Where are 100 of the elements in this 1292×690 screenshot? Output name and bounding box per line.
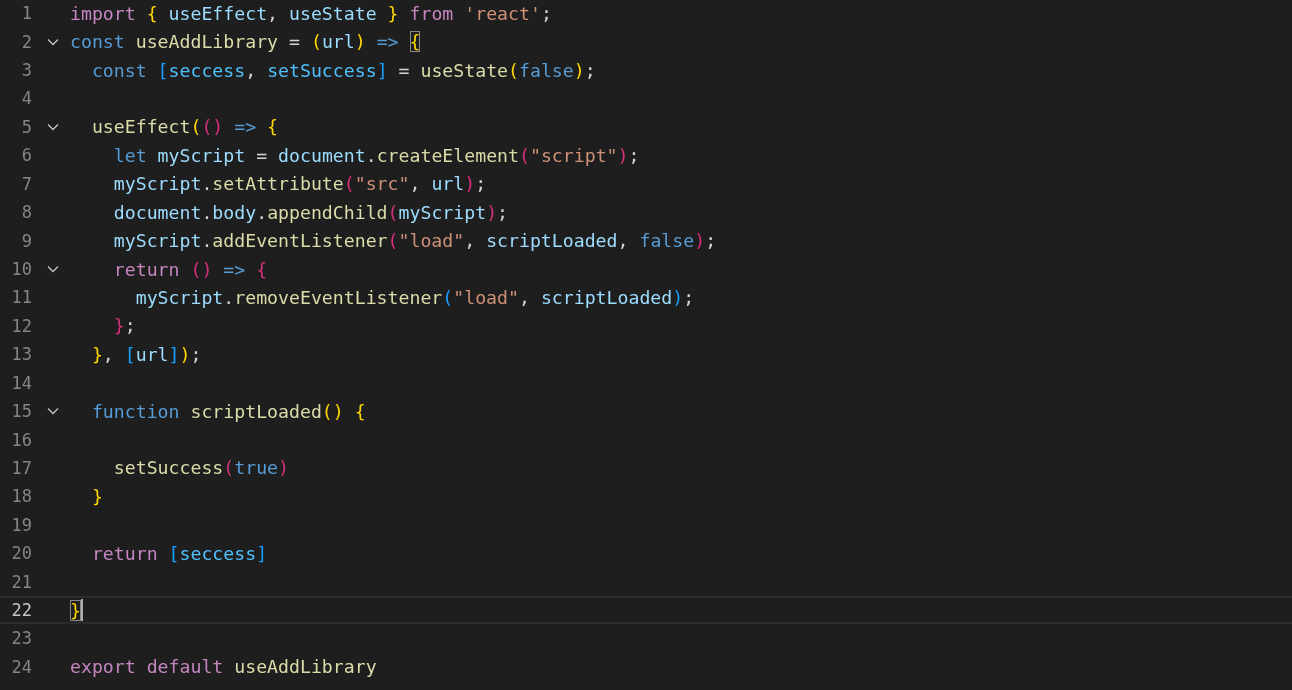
code-token: { (145, 2, 158, 24)
line-number: 21 (10, 571, 32, 592)
code-token: true (234, 457, 279, 479)
code-token: url (135, 343, 169, 365)
code-token: ; (628, 144, 640, 166)
line-number: 16 (10, 429, 32, 450)
text-cursor (80, 599, 83, 622)
code-token: setSuccess (112, 457, 224, 479)
code-token: ; (190, 343, 202, 365)
line-number: 19 (10, 514, 32, 535)
code-token: . (223, 286, 235, 308)
line-number: 8 (20, 202, 32, 223)
code-token: document (112, 201, 202, 223)
code-token: "src" (354, 173, 410, 195)
code-token: , (464, 230, 477, 252)
code-token: createElement (376, 144, 519, 166)
line-number: 4 (20, 88, 32, 109)
code-token: ) (179, 343, 191, 365)
line-number: 2 (20, 31, 32, 52)
code-token: ; (584, 59, 596, 81)
code-token: ) (486, 201, 498, 223)
code-token: from (408, 2, 454, 24)
code-token: removeEventListener (234, 286, 443, 308)
code-token: ( (387, 230, 399, 252)
code-token: ] (168, 343, 180, 365)
code-token: import (70, 2, 136, 24)
code-token: ) (694, 230, 706, 252)
code-token: , (409, 173, 422, 195)
code-token: { (255, 258, 268, 280)
chevron-down-icon[interactable] (46, 265, 59, 273)
code-token: ] (256, 542, 268, 564)
code-token: return (112, 258, 180, 280)
code-token: "load" (453, 286, 519, 308)
code-token: export (70, 656, 136, 678)
matched-bracket: } (70, 599, 81, 621)
code-token: ; (540, 2, 552, 24)
code-token: } (112, 315, 125, 337)
code-token: . (365, 144, 377, 166)
line-number: 23 (10, 628, 32, 649)
code-token: . (201, 173, 213, 195)
code-token: } (386, 2, 399, 24)
code-token: myScript (134, 286, 224, 308)
code-token: const (90, 59, 147, 81)
code-token: body (212, 201, 257, 223)
code-token: ) (617, 144, 629, 166)
code-token: ) (278, 457, 290, 479)
line-number: 12 (10, 315, 32, 336)
line-number: 9 (20, 230, 32, 251)
code-token: useAddLibrary (233, 656, 377, 678)
code-token: ; (497, 201, 509, 223)
code-token: setAttribute (212, 173, 344, 195)
code-token: "load" (398, 230, 465, 252)
code-token: { (266, 116, 279, 138)
code-token: myScript (156, 144, 246, 166)
code-token: [ (124, 343, 136, 365)
code-token: url (321, 31, 355, 53)
code-token: = (288, 31, 301, 53)
line-number: 6 (20, 145, 32, 166)
line-number: 18 (10, 486, 32, 507)
code-token: () (201, 116, 224, 138)
line-number: 15 (10, 401, 32, 422)
code-token: ; (475, 173, 487, 195)
code-token: seccess (179, 542, 257, 564)
code-token: myScript (112, 230, 202, 252)
code-token: . (201, 230, 213, 252)
code-token: url (431, 173, 465, 195)
code-token: => (233, 116, 257, 138)
code-token: , (267, 2, 280, 24)
code-token: ( (442, 286, 454, 308)
code-token: scriptLoaded (540, 286, 673, 308)
code-token: false (519, 59, 574, 81)
chevron-down-icon[interactable] (46, 407, 59, 416)
code-token: ) (464, 173, 476, 195)
line-number: 5 (20, 116, 32, 137)
line-number: 14 (10, 372, 32, 393)
code-token: ( (223, 457, 235, 479)
code-token: ( (310, 31, 322, 53)
code-token: , (245, 59, 258, 81)
code-token: ) (573, 59, 585, 81)
code-token: document (278, 144, 366, 166)
code-token: ( (387, 201, 399, 223)
code-token: function (90, 400, 180, 422)
chevron-down-icon[interactable] (46, 122, 59, 131)
code-token: 'react' (463, 2, 541, 24)
code-token: ] (376, 59, 388, 81)
code-token: , (102, 343, 115, 365)
matched-bracket: { (408, 31, 421, 53)
code-token: "script" (529, 144, 618, 166)
code-token: () (321, 400, 344, 422)
code-token: = (397, 59, 411, 81)
line-number: 13 (10, 344, 32, 365)
line-number: 17 (10, 457, 32, 478)
code-token: useEffect (90, 116, 191, 138)
code-token: ; (705, 230, 717, 252)
line-number: 3 (20, 60, 32, 81)
line-number: 7 (20, 173, 32, 194)
code-token: useState (420, 59, 509, 81)
line-number: 20 (10, 543, 32, 564)
chevron-down-icon[interactable] (46, 37, 59, 46)
code-token: ( (190, 116, 202, 138)
